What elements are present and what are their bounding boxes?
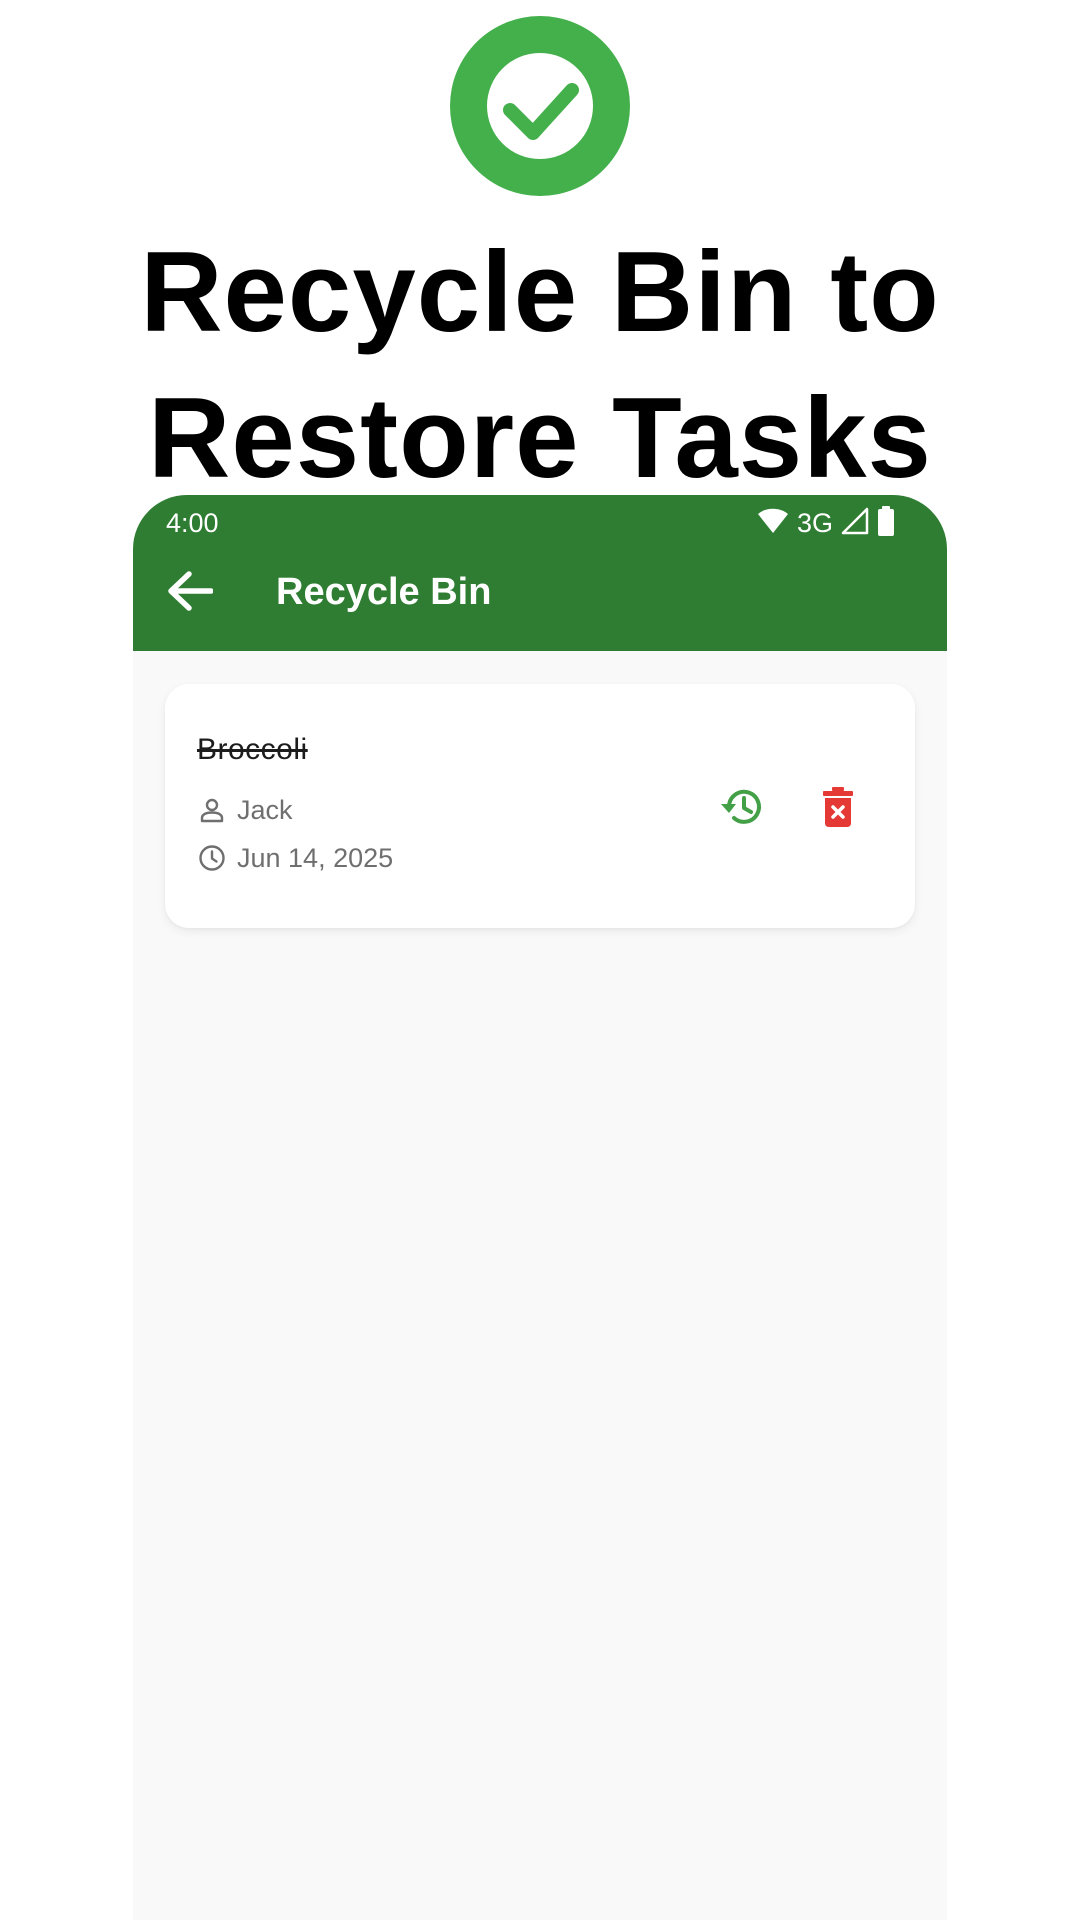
arrow-back-icon [168, 571, 213, 611]
hero-title-line-1: Recycle Bin to [140, 229, 940, 356]
hero-title-line-2: Restore Tasks [148, 375, 932, 502]
phone-screen: 4:00 3G Recycle Bin Broccoli Jack Jun 14… [133, 495, 947, 1920]
back-button[interactable] [157, 563, 223, 619]
app-bar-title: Recycle Bin [276, 571, 492, 613]
status-time: 4:00 [166, 508, 219, 538]
person-icon [197, 795, 227, 825]
clock-icon [197, 843, 227, 873]
task-assignee: Jack [237, 795, 293, 825]
status-icons: 3G [757, 501, 895, 545]
app-bar: 4:00 3G Recycle Bin [133, 495, 947, 651]
delete-forever-icon [823, 787, 853, 827]
restore-button[interactable] [712, 777, 772, 837]
delete-forever-button[interactable] [808, 777, 868, 837]
hero-title: Recycle Bin to Restore Tasks [0, 220, 1080, 512]
network-type: 3G [796, 508, 833, 538]
task-date: Jun 14, 2025 [237, 843, 394, 873]
wifi-icon [757, 507, 789, 540]
cellular-signal-icon [841, 507, 869, 540]
check-circle-icon [450, 16, 630, 196]
task-date-row: Jun 14, 2025 [197, 840, 393, 876]
restore-history-icon [721, 789, 761, 824]
battery-icon [877, 505, 895, 541]
task-title: Broccoli [197, 733, 308, 766]
task-assignee-row: Jack [197, 792, 293, 828]
task-card: Broccoli Jack Jun 14, 2025 [165, 684, 915, 928]
screen: Recycle Bin to Restore Tasks 4:00 3G Rec… [0, 0, 1080, 1920]
